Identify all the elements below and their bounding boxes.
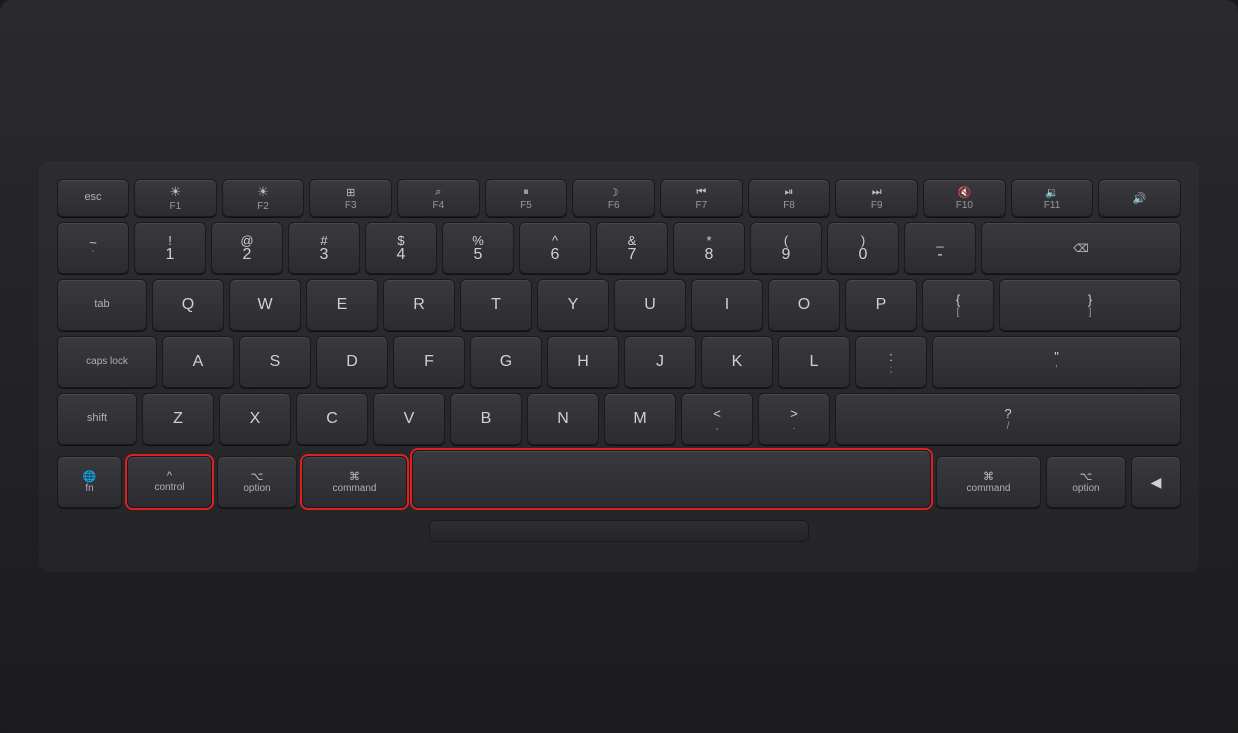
key-0[interactable]: ) 0: [827, 222, 899, 274]
key-f10[interactable]: 🔇 F10: [923, 179, 1006, 217]
key-6[interactable]: ^ 6: [519, 222, 591, 274]
key-z[interactable]: Z: [142, 393, 214, 445]
key-f9[interactable]: ⏭ F9: [835, 179, 918, 217]
key-f3[interactable]: ⊞ F3: [309, 179, 392, 217]
key-f6[interactable]: ☽ F6: [572, 179, 655, 217]
keyboard-area: esc ☀ F1 ☀ F2 ⊞ F3 ⌕ F4 ⏸ F5: [39, 161, 1199, 572]
key-quote[interactable]: " ': [932, 336, 1181, 388]
key-period[interactable]: > .: [758, 393, 830, 445]
trackpad-area: [57, 520, 1181, 542]
key-command-right[interactable]: ⌘ command: [936, 456, 1041, 508]
trackpad[interactable]: [429, 520, 809, 542]
key-f12[interactable]: 🔊: [1098, 179, 1181, 217]
zxcv-row: shift Z X C V B N M < , > . ? /: [57, 393, 1181, 445]
key-x[interactable]: X: [219, 393, 291, 445]
key-9[interactable]: ( 9: [750, 222, 822, 274]
number-row: ~ ` ! 1 @ 2 # 3 $ 4 % 5: [57, 222, 1181, 274]
key-g[interactable]: G: [470, 336, 542, 388]
key-w[interactable]: W: [229, 279, 301, 331]
key-8[interactable]: * 8: [673, 222, 745, 274]
key-r[interactable]: R: [383, 279, 455, 331]
key-o[interactable]: O: [768, 279, 840, 331]
key-m[interactable]: M: [604, 393, 676, 445]
key-control[interactable]: ^ control: [127, 456, 212, 508]
key-n[interactable]: N: [527, 393, 599, 445]
key-fn[interactable]: 🌐 fn: [57, 456, 122, 508]
key-option-right[interactable]: ⌥ option: [1046, 456, 1126, 508]
key-d[interactable]: D: [316, 336, 388, 388]
key-bracket-close[interactable]: } ]: [999, 279, 1181, 331]
key-h[interactable]: H: [547, 336, 619, 388]
key-q[interactable]: Q: [152, 279, 224, 331]
key-spacebar[interactable]: [412, 450, 931, 508]
key-5[interactable]: % 5: [442, 222, 514, 274]
key-option-left[interactable]: ⌥ option: [217, 456, 297, 508]
key-p[interactable]: P: [845, 279, 917, 331]
key-1[interactable]: ! 1: [134, 222, 206, 274]
key-minus[interactable]: _ -: [904, 222, 976, 274]
key-a[interactable]: A: [162, 336, 234, 388]
fn-row: esc ☀ F1 ☀ F2 ⊞ F3 ⌕ F4 ⏸ F5: [57, 179, 1181, 217]
key-arrow-left[interactable]: ◀: [1131, 456, 1181, 508]
key-f7[interactable]: ⏮ F7: [660, 179, 743, 217]
key-k[interactable]: K: [701, 336, 773, 388]
key-comma[interactable]: < ,: [681, 393, 753, 445]
key-semicolon[interactable]: : ;: [855, 336, 927, 388]
key-3[interactable]: # 3: [288, 222, 360, 274]
key-b[interactable]: B: [450, 393, 522, 445]
key-command-left[interactable]: ⌘ command: [302, 456, 407, 508]
key-v[interactable]: V: [373, 393, 445, 445]
key-c[interactable]: C: [296, 393, 368, 445]
key-f2[interactable]: ☀ F2: [222, 179, 305, 217]
key-capslock[interactable]: caps lock: [57, 336, 157, 388]
bottom-row: 🌐 fn ^ control ⌥ option ⌘ command ⌘ comm…: [57, 450, 1181, 508]
key-f4[interactable]: ⌕ F4: [397, 179, 480, 217]
key-y[interactable]: Y: [537, 279, 609, 331]
key-t[interactable]: T: [460, 279, 532, 331]
key-e[interactable]: E: [306, 279, 378, 331]
key-s[interactable]: S: [239, 336, 311, 388]
key-u[interactable]: U: [614, 279, 686, 331]
key-tab[interactable]: tab: [57, 279, 147, 331]
key-j[interactable]: J: [624, 336, 696, 388]
key-7[interactable]: & 7: [596, 222, 668, 274]
qwerty-row: tab Q W E R T Y U I O P { [ } ]: [57, 279, 1181, 331]
key-f11[interactable]: 🔉 F11: [1011, 179, 1094, 217]
asdf-row: caps lock A S D F G H J K L : ; " ': [57, 336, 1181, 388]
key-shift-left[interactable]: shift: [57, 393, 137, 445]
key-f5[interactable]: ⏸ F5: [485, 179, 568, 217]
key-slash[interactable]: ? /: [835, 393, 1181, 445]
key-f8[interactable]: ⏯ F8: [748, 179, 831, 217]
key-l[interactable]: L: [778, 336, 850, 388]
key-esc[interactable]: esc: [57, 179, 129, 217]
key-backspace[interactable]: ⌫: [981, 222, 1181, 274]
key-f1[interactable]: ☀ F1: [134, 179, 217, 217]
key-i[interactable]: I: [691, 279, 763, 331]
key-4[interactable]: $ 4: [365, 222, 437, 274]
key-2[interactable]: @ 2: [211, 222, 283, 274]
key-backtick[interactable]: ~ `: [57, 222, 129, 274]
key-f[interactable]: F: [393, 336, 465, 388]
key-bracket-open[interactable]: { [: [922, 279, 994, 331]
laptop-frame: esc ☀ F1 ☀ F2 ⊞ F3 ⌕ F4 ⏸ F5: [0, 0, 1238, 733]
